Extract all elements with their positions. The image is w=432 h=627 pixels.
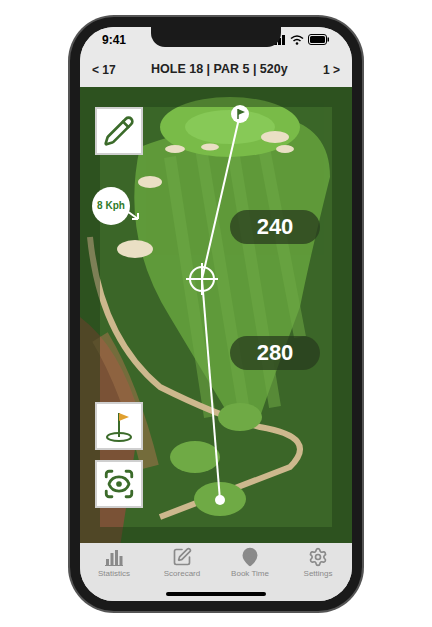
phone-frame: 9:41 < 17 HOLE 18 | PAR 5 | 520y 1 > 8 Kph 24…	[70, 17, 362, 611]
wind-indicator: 8 Kph	[92, 187, 140, 225]
previous-hole-button[interactable]: < 17	[92, 61, 116, 79]
home-indicator-area	[80, 587, 352, 601]
tab-item[interactable]: Statistics	[80, 547, 148, 587]
distance-value: 280	[257, 336, 294, 369]
tab-label: Statistics	[98, 568, 130, 580]
hole-header: < 17 HOLE 18 | PAR 5 | 520y 1 >	[80, 53, 352, 87]
tab-item[interactable]: Settings	[284, 547, 352, 587]
shot-line-lower	[202, 279, 220, 500]
page: 9:41 < 17 HOLE 18 | PAR 5 | 520y 1 > 8 Kph 24…	[0, 0, 432, 627]
battery-icon	[308, 34, 330, 45]
course-map[interactable]: 8 Kph 240 280	[80, 87, 352, 543]
pencil-icon	[103, 115, 135, 147]
notch	[151, 27, 281, 47]
tab-label: Settings	[304, 568, 333, 580]
view-toggle-button[interactable]	[95, 460, 143, 508]
tab-item[interactable]: Scorecard	[148, 547, 216, 587]
pin-icon	[240, 547, 260, 567]
wind-badge: 8 Kph	[92, 187, 130, 225]
flag-hole-icon	[102, 409, 136, 443]
clock: 9:41	[102, 31, 126, 49]
status-bar: 9:41	[80, 27, 352, 53]
scorecard-icon	[172, 547, 192, 567]
wind-arrow-icon	[126, 208, 140, 222]
next-hole-button[interactable]: 1 >	[323, 61, 340, 79]
wifi-icon	[290, 35, 304, 45]
hole-title: HOLE 18 | PAR 5 | 520y	[151, 60, 288, 79]
tab-bar: Statistics Scorecard Book Time Settings	[80, 543, 352, 587]
pin-view-button[interactable]	[95, 402, 143, 450]
tab-label: Book Time	[231, 568, 269, 580]
tee-dot	[215, 495, 225, 505]
gear-icon	[308, 547, 328, 567]
screen: 9:41 < 17 HOLE 18 | PAR 5 | 520y 1 > 8 Kph 24…	[80, 27, 352, 601]
home-indicator	[166, 592, 266, 596]
tab-item[interactable]: Book Time	[216, 547, 284, 587]
distance-badge: 240	[230, 210, 320, 244]
eye-scan-icon	[102, 467, 136, 501]
wind-speed: 8 Kph	[97, 198, 125, 213]
pin-marker-icon[interactable]	[231, 105, 249, 123]
shot-line-upper	[202, 114, 240, 279]
statistics-icon	[104, 547, 124, 567]
distance-value: 240	[257, 210, 294, 243]
distance-badge: 280	[230, 336, 320, 370]
edit-button[interactable]	[95, 107, 143, 155]
target-crosshair-icon[interactable]	[186, 263, 218, 295]
tab-label: Scorecard	[164, 568, 200, 580]
